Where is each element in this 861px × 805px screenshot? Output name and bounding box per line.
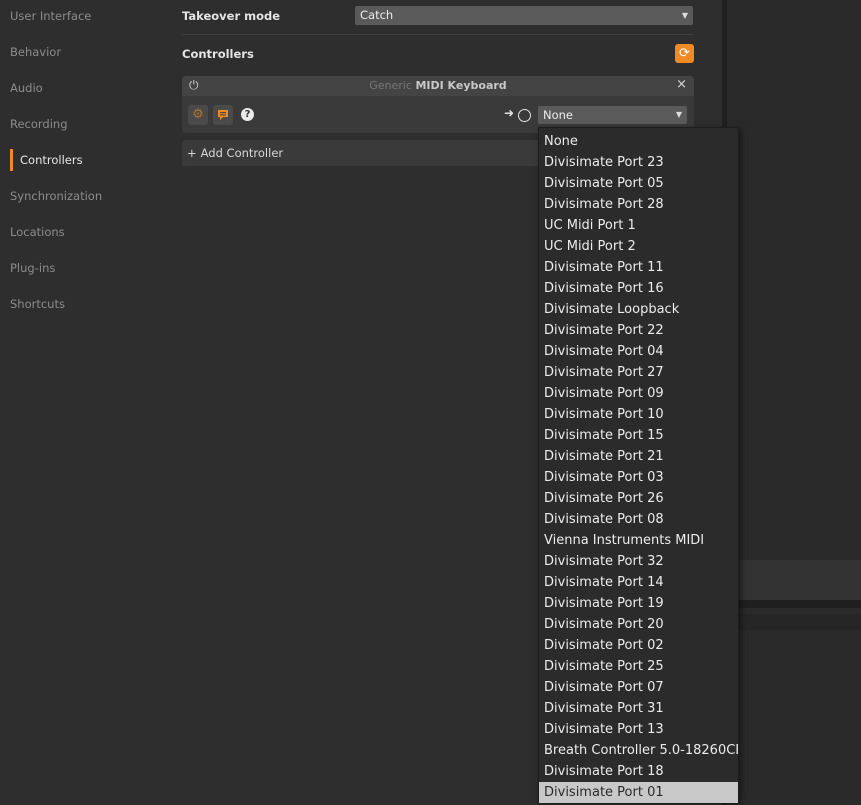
sidebar-item-recording[interactable]: Recording <box>10 114 68 134</box>
close-icon[interactable]: × <box>676 77 687 92</box>
dropdown-option[interactable]: Divisimate Port 11 <box>539 257 738 278</box>
controller-header: ⏻ Generic MIDI Keyboard × <box>182 76 694 96</box>
dropdown-option[interactable]: Divisimate Port 03 <box>539 467 738 488</box>
right-panel <box>722 0 861 805</box>
dropdown-option[interactable]: Divisimate Port 16 <box>539 278 738 299</box>
sidebar-item-user-interface[interactable]: User Interface <box>10 6 91 26</box>
dropdown-option[interactable]: Divisimate Port 21 <box>539 446 738 467</box>
dropdown-option[interactable]: Divisimate Port 19 <box>539 593 738 614</box>
takeover-mode-select[interactable]: Catch ▼ <box>355 6 693 25</box>
controllers-heading: Controllers <box>182 47 254 61</box>
dropdown-option[interactable]: Divisimate Port 05 <box>539 173 738 194</box>
sidebar-item-controllers[interactable]: Controllers <box>20 150 83 170</box>
dropdown-option[interactable]: Divisimate Port 28 <box>539 194 738 215</box>
dropdown-option[interactable]: Divisimate Port 31 <box>539 698 738 719</box>
right-panel-strip <box>727 560 861 600</box>
controller-vendor: Generic <box>369 79 412 92</box>
midi-input-value: None <box>543 108 574 122</box>
help-icon[interactable]: ? <box>241 108 254 121</box>
dropdown-option[interactable]: Divisimate Port 10 <box>539 404 738 425</box>
dropdown-option[interactable]: Divisimate Port 26 <box>539 488 738 509</box>
dropdown-option[interactable]: Divisimate Port 27 <box>539 362 738 383</box>
speech-bubble-icon <box>218 110 228 120</box>
settings-sidebar: User Interface Behavior Audio Recording … <box>0 0 170 805</box>
sidebar-item-behavior[interactable]: Behavior <box>10 42 61 62</box>
dropdown-option[interactable]: Divisimate Port 13 <box>539 719 738 740</box>
sidebar-item-audio[interactable]: Audio <box>10 78 43 98</box>
takeover-mode-value: Catch <box>360 8 394 22</box>
dropdown-option[interactable]: Vienna Instruments MIDI <box>539 530 738 551</box>
right-panel-strip <box>727 614 861 630</box>
dropdown-option[interactable]: Divisimate Port 02 <box>539 635 738 656</box>
right-panel-strip <box>727 600 861 608</box>
active-indicator <box>10 149 13 171</box>
dropdown-option[interactable]: Divisimate Port 18 <box>539 761 738 782</box>
add-controller-button[interactable]: + Add Controller <box>182 140 540 166</box>
refresh-icon: ⟳ <box>679 46 690 61</box>
dropdown-option[interactable]: Divisimate Port 20 <box>539 614 738 635</box>
controller-title: Generic MIDI Keyboard <box>182 79 694 92</box>
dropdown-option[interactable]: Divisimate Port 14 <box>539 572 738 593</box>
dropdown-option[interactable]: Divisimate Port 22 <box>539 320 738 341</box>
dropdown-option[interactable]: UC Midi Port 1 <box>539 215 738 236</box>
takeover-mode-label: Takeover mode <box>182 9 281 23</box>
controller-name: MIDI Keyboard <box>415 79 507 92</box>
dropdown-option[interactable]: Divisimate Port 08 <box>539 509 738 530</box>
gear-icon: ⚙ <box>192 107 204 122</box>
settings-button[interactable]: ⚙ <box>188 105 208 125</box>
dropdown-option[interactable]: Divisimate Port 04 <box>539 341 738 362</box>
controller-panel: ⏻ Generic MIDI Keyboard × ⚙ ? ➜ None ▼ <box>182 76 694 133</box>
plus-icon: + <box>187 146 197 160</box>
dropdown-option[interactable]: None <box>539 131 738 152</box>
dropdown-option[interactable]: Divisimate Port 01 <box>539 782 738 803</box>
dropdown-option[interactable]: UC Midi Port 2 <box>539 236 738 257</box>
notes-button[interactable] <box>213 105 233 125</box>
arrow-right-icon: ➜ <box>504 106 515 120</box>
dropdown-option[interactable]: Divisimate Port 15 <box>539 425 738 446</box>
sidebar-item-plug-ins[interactable]: Plug-ins <box>10 258 55 278</box>
dropdown-option[interactable]: Breath Controller 5.0-18260CBE <box>539 740 738 761</box>
dropdown-option[interactable]: Divisimate Port 09 <box>539 383 738 404</box>
sidebar-item-locations[interactable]: Locations <box>10 222 65 242</box>
midi-input-dropdown: None Divisimate Port 23 Divisimate Port 05… <box>538 127 739 803</box>
dropdown-option[interactable]: Divisimate Port 25 <box>539 656 738 677</box>
refresh-button[interactable]: ⟳ <box>675 44 694 63</box>
sidebar-item-synchronization[interactable]: Synchronization <box>10 186 102 206</box>
chevron-down-icon: ▼ <box>681 11 688 20</box>
dropdown-option[interactable]: Divisimate Port 32 <box>539 551 738 572</box>
sidebar-item-shortcuts[interactable]: Shortcuts <box>10 294 65 314</box>
add-controller-label: Add Controller <box>200 146 284 160</box>
dropdown-option[interactable]: Divisimate Port 07 <box>539 677 738 698</box>
midi-input-select[interactable]: None ▼ <box>538 106 687 124</box>
divider <box>182 34 693 35</box>
midi-port-icon <box>518 109 531 122</box>
dropdown-option[interactable]: Divisimate Loopback <box>539 299 738 320</box>
chevron-down-icon: ▼ <box>675 110 682 119</box>
dropdown-option[interactable]: Divisimate Port 23 <box>539 152 738 173</box>
